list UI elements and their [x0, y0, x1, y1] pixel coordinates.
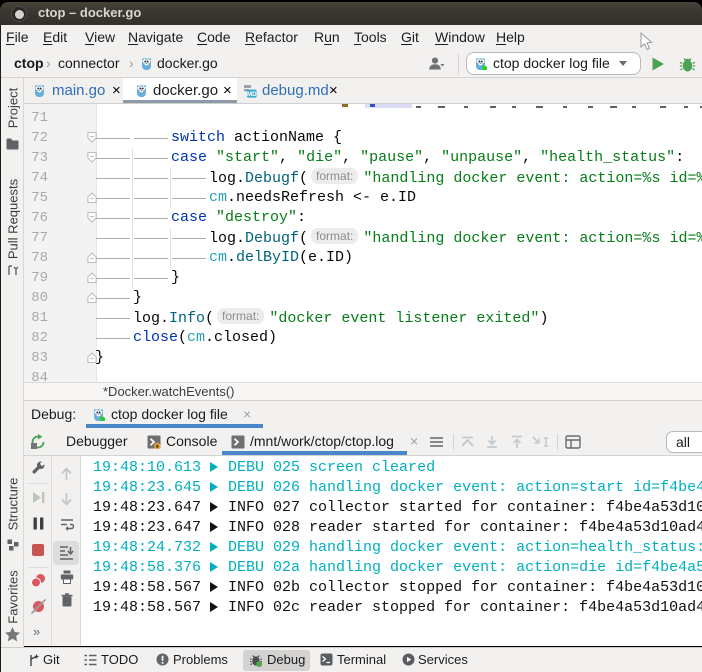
svg-text:MD: MD [247, 91, 257, 98]
